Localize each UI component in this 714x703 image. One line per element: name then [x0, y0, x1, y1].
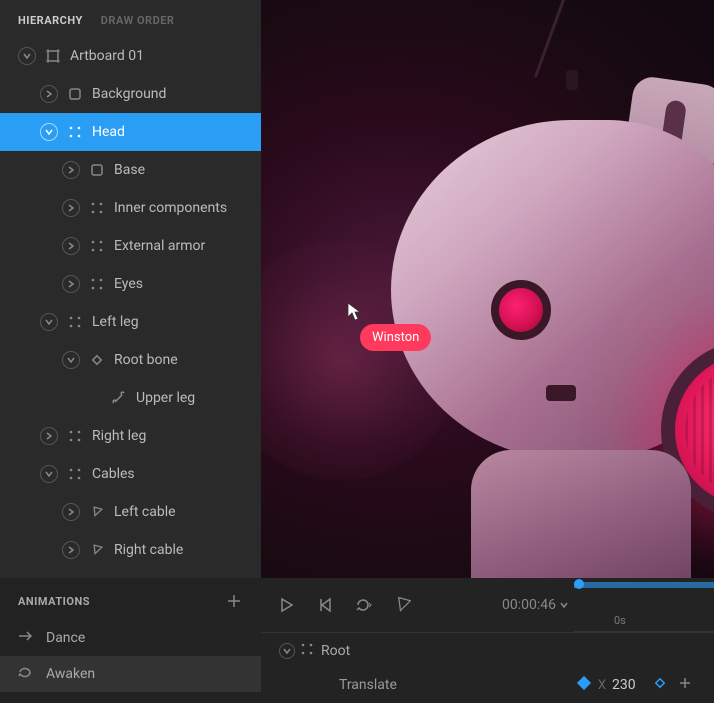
property-row-root[interactable]: Root	[261, 632, 714, 668]
property-label: Root	[321, 643, 696, 659]
tree-item-artboard[interactable]: Artboard 01	[0, 37, 261, 75]
caret-right-icon[interactable]	[40, 85, 58, 103]
hierarchy-panel: HIERARCHY DRAW ORDER Artboard 01 Backgro…	[0, 0, 261, 578]
tree-item-inner-components[interactable]: Inner components	[0, 189, 261, 227]
caret-right-icon[interactable]	[62, 541, 80, 559]
animation-item-dance[interactable]: Dance	[0, 620, 261, 656]
tree-label: Background	[92, 86, 166, 102]
tree-label: Right leg	[92, 428, 146, 444]
translate-x-input[interactable]	[612, 677, 654, 693]
axis-x-label: X	[592, 678, 612, 693]
timecode-value: 00:00:46	[502, 597, 556, 613]
caret-down-icon[interactable]	[279, 643, 295, 659]
tree-item-right-leg[interactable]: Right leg	[0, 417, 261, 455]
caret-down-icon[interactable]	[40, 313, 58, 331]
animations-header: ANIMATIONS	[0, 578, 261, 620]
artboard-icon	[44, 49, 62, 63]
group-icon	[66, 126, 84, 138]
hierarchy-tree: Artboard 01 Background Head Base Inner c…	[0, 37, 261, 578]
keyframe-toggle-button[interactable]	[654, 677, 672, 693]
rect-icon	[66, 88, 84, 100]
caret-right-icon[interactable]	[62, 237, 80, 255]
tree-item-left-cable[interactable]: Left cable	[0, 493, 261, 531]
animation-label: Dance	[46, 630, 85, 646]
tree-label: Root bone	[114, 352, 178, 368]
tree-label: Right cable	[114, 542, 183, 558]
path-icon	[88, 543, 106, 557]
property-row-translate: Translate X	[261, 668, 714, 702]
tree-item-base[interactable]: Base	[0, 151, 261, 189]
caret-right-icon[interactable]	[62, 275, 80, 293]
animations-panel: ANIMATIONS Dance Awaken	[0, 578, 261, 703]
tree-item-left-leg[interactable]: Left leg	[0, 303, 261, 341]
tree-label: Cables	[92, 466, 135, 482]
tree-item-head[interactable]: Head	[0, 113, 261, 151]
group-icon	[66, 430, 84, 442]
scrubber-track	[574, 582, 714, 588]
scrubber-handle[interactable]	[574, 579, 584, 589]
tree-item-root-bone[interactable]: Root bone	[0, 341, 261, 379]
tree-label: Artboard 01	[70, 48, 144, 64]
rect-icon	[88, 164, 106, 176]
easing-button[interactable]	[395, 597, 411, 613]
caret-down-icon[interactable]	[62, 351, 80, 369]
animations-title: ANIMATIONS	[18, 595, 90, 608]
caret-down-icon[interactable]	[40, 123, 58, 141]
loop-icon	[18, 665, 38, 683]
group-icon	[66, 468, 84, 480]
caret-down-icon[interactable]	[40, 465, 58, 483]
caret-down-icon[interactable]	[18, 47, 36, 65]
timeline-ruler[interactable]: 0s	[574, 610, 714, 632]
caret-right-icon[interactable]	[62, 199, 80, 217]
skip-start-button[interactable]	[317, 597, 333, 613]
diamond-icon	[88, 354, 106, 366]
tree-item-upper-leg[interactable]: Upper leg	[0, 379, 261, 417]
tree-label: Left leg	[92, 314, 139, 330]
caret-right-icon[interactable]	[40, 427, 58, 445]
group-icon	[88, 202, 106, 214]
path-icon	[88, 505, 106, 519]
arrow-right-icon	[18, 630, 38, 646]
translate-label: Translate	[339, 677, 592, 693]
panel-tabs: HIERARCHY DRAW ORDER	[0, 0, 261, 37]
add-animation-button[interactable]	[225, 592, 243, 610]
timeline-scrubber[interactable]: 0s	[574, 578, 714, 632]
group-icon	[88, 240, 106, 252]
animation-label: Awaken	[46, 666, 95, 682]
caret-right-icon[interactable]	[62, 161, 80, 179]
artwork-robot	[261, 0, 714, 578]
timeline-panel: 00:00:46 0s Root Translate X	[261, 578, 714, 703]
loop-button[interactable]	[355, 597, 373, 613]
group-icon	[88, 278, 106, 290]
play-button[interactable]	[279, 597, 295, 613]
canvas-viewport[interactable]	[261, 0, 714, 578]
ruler-tick-label: 0s	[614, 614, 626, 627]
timecode-display[interactable]: 00:00:46	[502, 597, 568, 613]
tree-label: Inner components	[114, 200, 227, 216]
tree-item-eyes[interactable]: Eyes	[0, 265, 261, 303]
add-keyframe-button[interactable]	[678, 676, 696, 694]
tree-label: Eyes	[114, 276, 143, 292]
tree-item-background[interactable]: Background	[0, 75, 261, 113]
group-icon	[66, 316, 84, 328]
bone-icon	[110, 391, 128, 405]
tree-item-cables[interactable]: Cables	[0, 455, 261, 493]
tree-label: Upper leg	[136, 390, 195, 406]
animation-item-awaken[interactable]: Awaken	[0, 656, 261, 692]
tree-label: Left cable	[114, 504, 176, 520]
tab-draw-order[interactable]: DRAW ORDER	[101, 14, 175, 27]
tree-item-external-armor[interactable]: External armor	[0, 227, 261, 265]
tree-label: Base	[114, 162, 145, 178]
tree-label: External armor	[114, 238, 205, 254]
group-icon	[301, 643, 313, 659]
tree-label: Head	[92, 124, 125, 140]
caret-right-icon[interactable]	[62, 503, 80, 521]
tab-hierarchy[interactable]: HIERARCHY	[18, 14, 83, 27]
chevron-down-icon	[560, 601, 568, 609]
tree-item-right-cable[interactable]: Right cable	[0, 531, 261, 569]
